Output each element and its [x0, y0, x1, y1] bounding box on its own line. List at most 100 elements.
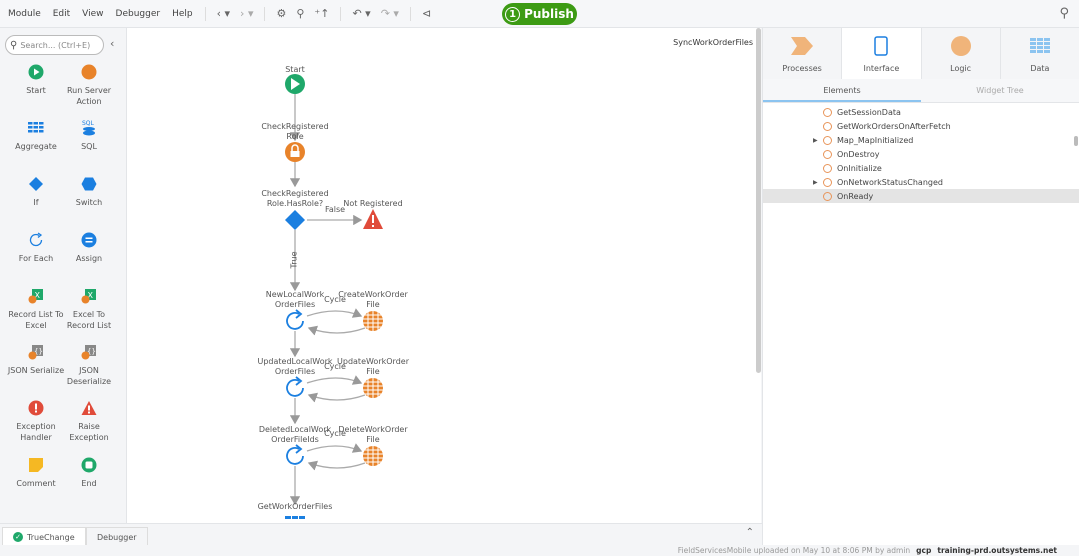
tab-data[interactable]: Data [1001, 28, 1079, 79]
tool-end[interactable]: End [59, 455, 119, 489]
tool-if[interactable]: If [6, 174, 66, 208]
menu-module[interactable]: Module [2, 9, 47, 19]
loop-label: DeletedLocalWork OrderFileIds [258, 425, 332, 444]
loop-label: UpdatedLocalWork OrderFiles [257, 357, 333, 376]
tab-debugger[interactable]: Debugger [86, 527, 148, 546]
tool-json-deserialize[interactable]: {} JSON Deserialize [59, 342, 119, 387]
tool-label: JSON Serialize [7, 366, 65, 375]
run-server-action-icon [59, 62, 119, 82]
bottom-bar: ✓ TrueChange Debugger ⌃ [0, 523, 762, 546]
tool-label: If [33, 198, 39, 207]
if-diamond-icon [285, 210, 305, 230]
tool-label: Run Server Action [66, 86, 112, 106]
tool-sql[interactable]: SQL SQL [59, 118, 119, 152]
check-role-label: CheckRegistered Role [261, 122, 329, 141]
tree-item[interactable]: OnReady [763, 189, 1079, 203]
tree-item[interactable]: OnInitialize [763, 161, 1079, 175]
menu-edit[interactable]: Edit [47, 9, 76, 19]
for-each-icon [286, 444, 304, 465]
tool-excel-to-record-list[interactable]: X Excel To Record List [59, 286, 119, 331]
settings-icon[interactable]: ⚙ [271, 7, 291, 20]
json-deserialize-icon: {} [59, 342, 119, 362]
tool-aggregate[interactable]: Aggregate [6, 118, 66, 152]
entity-action-icon [363, 446, 383, 466]
end-icon [59, 455, 119, 475]
expand-arrow-icon[interactable]: ▶ [813, 137, 818, 144]
tree-item-label: GetWorkOrdersOnAfterFetch [837, 121, 951, 131]
tool-record-list-to-excel[interactable]: X Record List To Excel [6, 286, 66, 331]
logic-icon [922, 36, 1000, 56]
publish-count: 1 [505, 6, 521, 22]
tool-json-serialize[interactable]: {} JSON Serialize [6, 342, 66, 376]
tool-exception-handler[interactable]: Exception Handler [6, 398, 66, 443]
canvas-scrollbar[interactable] [756, 28, 761, 373]
aggregate-label: UpdateWorkOrder File [337, 357, 409, 376]
tree-item-label: Map_MapInitialized [837, 135, 914, 145]
expand-up-icon[interactable]: ⌃ [746, 527, 754, 538]
svg-text:SQL: SQL [82, 120, 95, 127]
client-action-icon [823, 149, 832, 159]
collapse-icon[interactable]: ‹ [110, 37, 114, 50]
if-icon [6, 174, 66, 194]
cycle-connector [306, 443, 366, 471]
assign-icon [59, 230, 119, 250]
tool-raise-exception[interactable]: Raise Exception [59, 398, 119, 443]
tab-interface[interactable]: Interface [842, 28, 922, 79]
tree-item[interactable]: ▶ OnNetworkStatusChanged [763, 175, 1079, 189]
client-action-icon [823, 135, 832, 145]
tool-label: Record List To Excel [8, 310, 64, 330]
feedback-icon[interactable]: ⊲ [417, 7, 436, 20]
menu-view[interactable]: View [76, 9, 109, 19]
tool-label: Comment [16, 479, 56, 488]
aggregate-icon [285, 516, 305, 519]
tree-scrollbar[interactable] [1074, 136, 1078, 146]
menu-debugger[interactable]: Debugger [110, 9, 167, 19]
tab-label: Processes [782, 64, 822, 73]
tree-item[interactable]: OnDestroy [763, 147, 1079, 161]
raise-exception-icon [59, 398, 119, 418]
cycle-label: Cycle [324, 429, 346, 438]
tool-label: End [81, 479, 97, 488]
redo-icon[interactable]: ↷ ▾ [376, 7, 404, 20]
tab-processes[interactable]: Processes [763, 28, 843, 79]
tab-label: Interface [863, 64, 900, 73]
forward-icon[interactable]: › ▾ [235, 7, 258, 20]
tool-label: Aggregate [15, 142, 57, 151]
entity-action-icon [363, 311, 383, 331]
tool-for-each[interactable]: For Each [6, 230, 66, 264]
record-list-to-excel-icon: X [6, 286, 66, 306]
tool-run-server-action[interactable]: Run Server Action [59, 62, 119, 107]
subtab-elements[interactable]: Elements [763, 79, 921, 102]
tool-assign[interactable]: Assign [59, 230, 119, 264]
search-icon[interactable]: ⚲ [1059, 6, 1069, 21]
tool-switch[interactable]: Switch [59, 174, 119, 208]
tree-item[interactable]: GetWorkOrdersOnAfterFetch [763, 119, 1079, 133]
search-icon: ⚲ [10, 39, 18, 51]
compare-icon[interactable]: ⁺↑ [309, 7, 334, 20]
tree-item[interactable]: ▶ Map_MapInitialized [763, 133, 1079, 147]
get-aggregate-label: GetWorkOrderFiles [257, 502, 333, 511]
flow-canvas[interactable]: SyncWorkOrderFiles Start CheckRegistered… [127, 28, 761, 523]
tree-item-label: OnNetworkStatusChanged [837, 177, 943, 187]
tab-truechange[interactable]: ✓ TrueChange [2, 527, 86, 546]
tree-item-label: OnDestroy [837, 149, 880, 159]
aggregate-label: DeleteWorkOrder File [338, 425, 408, 444]
menu-help[interactable]: Help [166, 9, 199, 19]
undo-icon[interactable]: ↶ ▾ [347, 7, 375, 20]
expand-arrow-icon[interactable]: ▶ [813, 179, 818, 186]
publish-button[interactable]: 1 Publish [502, 3, 577, 25]
tool-start[interactable]: Start [6, 62, 66, 96]
tab-logic[interactable]: Logic [922, 28, 1001, 79]
tool-label: For Each [18, 254, 54, 263]
plug-icon[interactable]: ⚲ [291, 7, 309, 20]
back-icon[interactable]: ‹ ▾ [212, 7, 235, 20]
tool-comment[interactable]: Comment [6, 455, 66, 489]
toolbox-search-input[interactable]: ⚲ Search... (Ctrl+E) [5, 35, 104, 55]
not-registered-label: Not Registered [343, 199, 403, 208]
check-icon: ✓ [13, 532, 23, 542]
environment: gcp [916, 546, 932, 555]
mobile-icon [842, 36, 920, 56]
tree-item[interactable]: GetSessionData [763, 105, 1079, 119]
subtab-widget-tree[interactable]: Widget Tree [921, 79, 1079, 102]
aggregate-icon [6, 118, 66, 138]
